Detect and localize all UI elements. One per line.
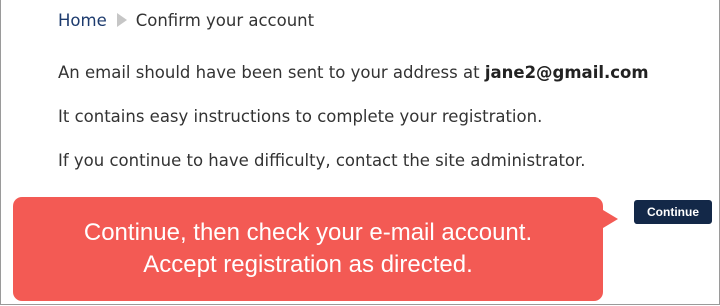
continue-button[interactable]: Continue: [634, 200, 712, 224]
confirmation-message: An email should have been sent to your a…: [58, 62, 698, 194]
breadcrumb-home-link[interactable]: Home: [58, 11, 107, 30]
email-sent-text: An email should have been sent to your a…: [58, 62, 698, 84]
email-address: jane2@gmail.com: [484, 63, 649, 82]
difficulty-text: If you continue to have difficulty, cont…: [58, 151, 586, 170]
instructions-text: It contains easy instructions to complet…: [58, 107, 543, 126]
callout-text: Continue, then check your e-mail account…: [13, 217, 603, 281]
tutorial-callout: Continue, then check your e-mail account…: [13, 197, 618, 301]
email-sent-prefix: An email should have been sent to your a…: [58, 63, 480, 82]
callout-line-1: Continue, then check your e-mail account…: [83, 219, 533, 246]
callout-line-2: Accept registration as directed.: [143, 251, 473, 278]
breadcrumb: Home Confirm your account: [58, 8, 314, 32]
breadcrumb-separator-icon: [116, 13, 127, 27]
breadcrumb-current: Confirm your account: [135, 10, 315, 30]
